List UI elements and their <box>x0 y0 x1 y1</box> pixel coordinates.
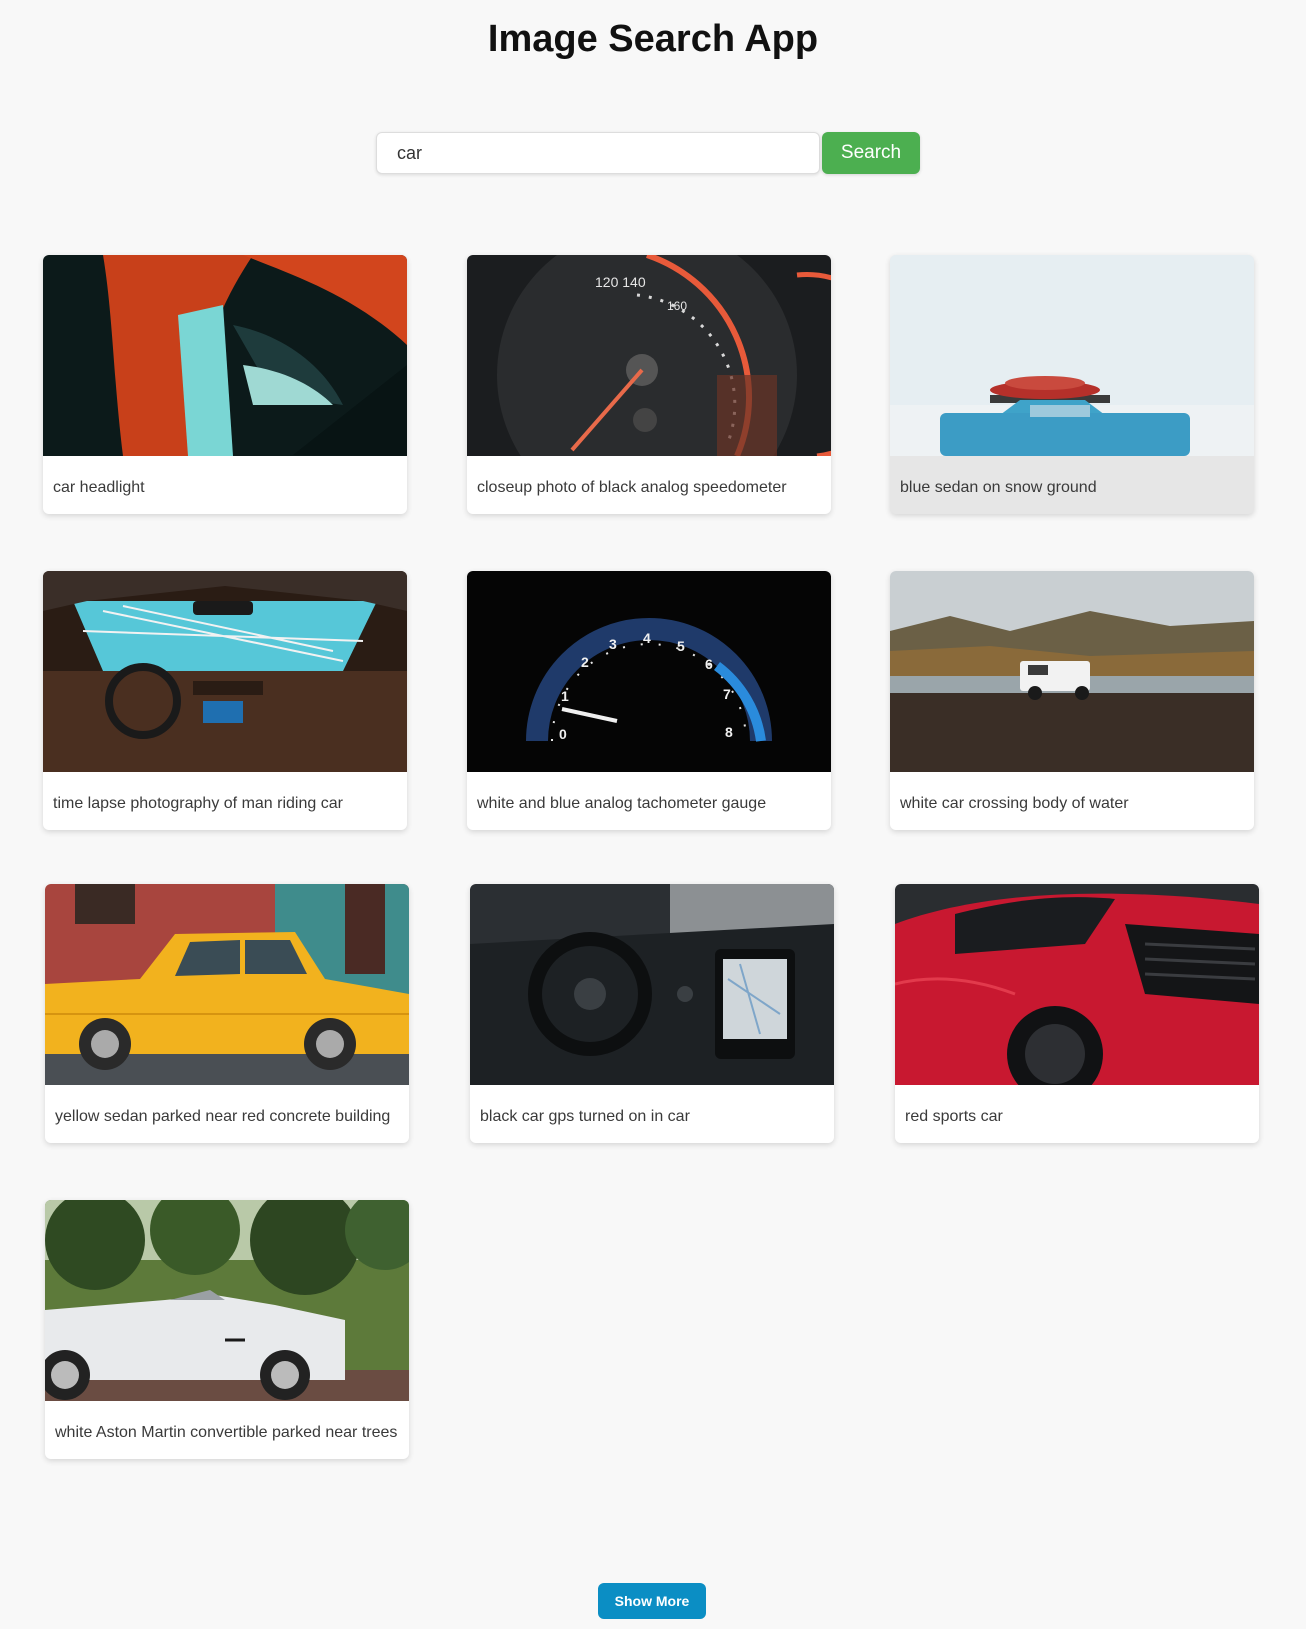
result-card[interactable]: red sports car <box>895 884 1259 1143</box>
result-image[interactable] <box>45 884 409 1085</box>
white-convertible-photo <box>45 1200 409 1401</box>
result-image[interactable] <box>890 255 1254 456</box>
blue-sedan-snow-photo <box>890 255 1254 456</box>
car-headlight-photo <box>43 255 407 456</box>
svg-text:8: 8 <box>725 724 733 740</box>
result-card[interactable]: yellow sedan parked near red concrete bu… <box>45 884 409 1143</box>
result-caption: yellow sedan parked near red concrete bu… <box>55 1108 391 1125</box>
result-card[interactable]: white car crossing body of water <box>890 571 1254 830</box>
result-caption: white car crossing body of water <box>900 795 1129 812</box>
car-dashboard-gps-photo <box>470 884 834 1085</box>
svg-text:120 140: 120 140 <box>595 274 646 290</box>
svg-text:3: 3 <box>609 636 617 652</box>
show-more-button[interactable]: Show More <box>598 1583 706 1619</box>
result-image[interactable] <box>43 255 407 456</box>
result-image[interactable] <box>45 1200 409 1401</box>
result-caption: time lapse photography of man riding car <box>53 795 343 812</box>
search-form: Search <box>376 132 920 174</box>
page-title: Image Search App <box>487 18 819 60</box>
svg-text:160: 160 <box>667 299 687 313</box>
result-image[interactable] <box>890 571 1254 772</box>
result-caption: red sports car <box>905 1108 1003 1125</box>
result-card[interactable]: time lapse photography of man riding car <box>43 571 407 830</box>
svg-text:1: 1 <box>561 688 569 704</box>
search-input[interactable] <box>376 132 820 174</box>
tachometer-photo: 0 1 2 3 4 5 6 7 8 <box>467 571 831 772</box>
result-image[interactable] <box>43 571 407 772</box>
yellow-sedan-photo <box>45 884 409 1085</box>
result-card[interactable]: black car gps turned on in car <box>470 884 834 1143</box>
result-image[interactable]: 0 1 2 3 4 5 6 7 8 <box>467 571 831 772</box>
result-image[interactable] <box>470 884 834 1085</box>
result-caption: blue sedan on snow ground <box>900 479 1097 496</box>
result-caption: white Aston Martin convertible parked ne… <box>55 1424 398 1441</box>
svg-text:5: 5 <box>677 638 685 654</box>
result-card[interactable]: car headlight <box>43 255 407 514</box>
search-button[interactable]: Search <box>822 132 920 174</box>
car-interior-timelapse-photo <box>43 571 407 772</box>
result-card[interactable]: white Aston Martin convertible parked ne… <box>45 1200 409 1459</box>
result-card[interactable]: 120 140 160 closeup photo of black analo… <box>467 255 831 514</box>
result-caption: white and blue analog tachometer gauge <box>477 795 767 812</box>
result-image[interactable]: 120 140 160 <box>467 255 831 456</box>
result-card[interactable]: 0 1 2 3 4 5 6 7 8 white and blue analog … <box>467 571 831 830</box>
svg-text:4: 4 <box>643 630 651 646</box>
svg-text:7: 7 <box>723 686 731 702</box>
svg-text:6: 6 <box>705 656 713 672</box>
speedometer-photo: 120 140 160 <box>467 255 831 456</box>
result-card[interactable]: blue sedan on snow ground <box>890 255 1254 514</box>
result-caption: closeup photo of black analog speedomete… <box>477 479 787 496</box>
svg-text:0: 0 <box>559 726 567 742</box>
white-suv-water-photo <box>890 571 1254 772</box>
result-caption: black car gps turned on in car <box>480 1108 690 1125</box>
result-image[interactable] <box>895 884 1259 1085</box>
red-sports-car-photo <box>895 884 1259 1085</box>
result-caption: car headlight <box>53 479 145 496</box>
svg-text:2: 2 <box>581 654 589 670</box>
